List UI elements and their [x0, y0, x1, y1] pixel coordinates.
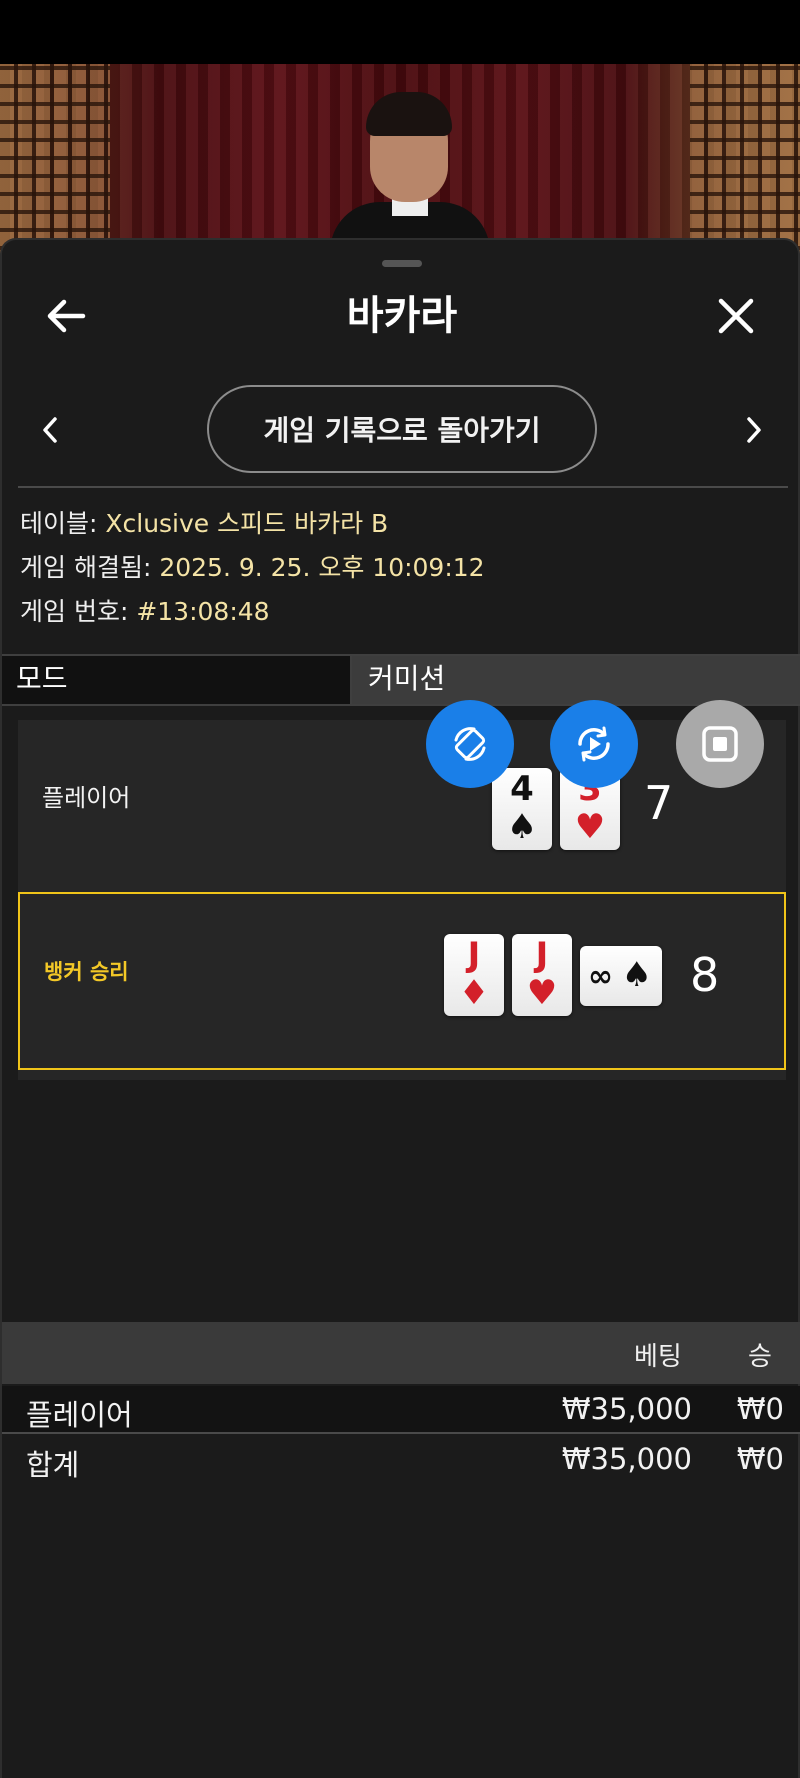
table-label: 테이블:: [20, 509, 106, 538]
resolved-info: 게임 해결됨: 2025. 9. 25. 오후 10:09:12: [20, 552, 485, 584]
spade-icon: ♠: [621, 955, 652, 995]
bet-column-header: 베팅: [634, 1342, 682, 1372]
back-to-history-button[interactable]: 게임 기록으로 돌아가기: [207, 385, 597, 473]
table-value: Xclusive 스피드 바카라 B: [105, 509, 389, 538]
total-row: 합계 ₩35,000 ₩0: [2, 1436, 800, 1484]
chevron-right-icon: [747, 417, 761, 443]
win-column-header: 승: [748, 1342, 772, 1372]
resolved-label: 게임 해결됨:: [20, 553, 160, 582]
lattice-decoration-right: [690, 64, 800, 264]
banker-hand: 뱅커 승리 J ♦ J ♥ ∞ ♠ 8: [18, 892, 786, 1070]
status-bar: [0, 0, 800, 64]
sheet-header: 바카라: [2, 280, 800, 350]
live-video-background: [0, 64, 800, 264]
player-label: 플레이어: [42, 784, 131, 812]
chevron-left-icon: [43, 417, 57, 443]
total-win-amount: ₩0: [736, 1442, 784, 1476]
close-button[interactable]: [710, 290, 762, 342]
table-row: 플레이어 ₩35,000 ₩0: [2, 1386, 800, 1434]
commission-label: 커미션: [352, 656, 800, 704]
drag-handle[interactable]: [382, 260, 422, 267]
previous-game-button[interactable]: [28, 405, 72, 455]
spade-icon: ♠: [506, 807, 538, 847]
player-hand: 플레이어 4 ♠ 3 ♥ 7: [18, 720, 786, 890]
replay-button[interactable]: [550, 700, 638, 788]
page-title: 바카라: [346, 293, 458, 339]
next-game-button[interactable]: [732, 405, 776, 455]
lattice-decoration-left: [0, 64, 110, 264]
card-rank: J: [535, 935, 549, 975]
total-label: 합계: [26, 1448, 80, 1482]
dealer-figure: [330, 84, 490, 264]
bet-amount: ₩35,000: [561, 1392, 692, 1426]
rotate-screen-button[interactable]: [426, 700, 514, 788]
mode-row: 모드 커미션: [2, 654, 800, 706]
game-id-value: #13:08:48: [136, 597, 270, 626]
heart-icon: ♥: [574, 807, 606, 847]
total-bet-amount: ₩35,000: [561, 1442, 692, 1476]
banker-win-label: 뱅커 승리: [44, 960, 129, 984]
resolved-value: 2025. 9. 25. 오후 10:09:12: [159, 553, 485, 582]
banker-card-3: ∞ ♠: [580, 946, 662, 1006]
game-id-label: 게임 번호:: [20, 597, 137, 626]
rotate-screen-icon: [454, 727, 486, 761]
game-result-panel: 플레이어 4 ♠ 3 ♥ 7 뱅커 승리 J ♦ J ♥ ∞ ♠ 8: [18, 720, 786, 1080]
stop-icon: [702, 726, 738, 762]
heart-icon: ♥: [526, 973, 558, 1013]
card-rank: J: [467, 935, 481, 975]
replay-icon: [578, 726, 610, 762]
banker-card-2: J ♥: [512, 934, 572, 1016]
table-info: 테이블: Xclusive 스피드 바카라 B: [20, 508, 388, 540]
game-id-info: 게임 번호: #13:08:48: [20, 596, 270, 628]
bets-table-header: 베팅 승: [2, 1322, 800, 1384]
game-history-sheet: 바카라 게임 기록으로 돌아가기 테이블: Xclusive 스피드 바카라 B…: [0, 238, 800, 1778]
win-amount: ₩0: [736, 1392, 784, 1426]
diamond-icon: ♦: [458, 973, 490, 1013]
card-rank: ∞: [588, 959, 613, 994]
divider: [18, 486, 788, 488]
bet-name: 플레이어: [26, 1398, 133, 1432]
banker-total: 8: [690, 948, 720, 1002]
player-total: 7: [644, 776, 674, 830]
close-icon: [718, 298, 754, 334]
banker-card-1: J ♦: [444, 934, 504, 1016]
card-rank: 4: [510, 769, 534, 809]
stop-button[interactable]: [676, 700, 764, 788]
history-navigation: 게임 기록으로 돌아가기: [2, 385, 800, 475]
mode-label: 모드: [2, 656, 352, 704]
player-card-1: 4 ♠: [492, 768, 552, 850]
